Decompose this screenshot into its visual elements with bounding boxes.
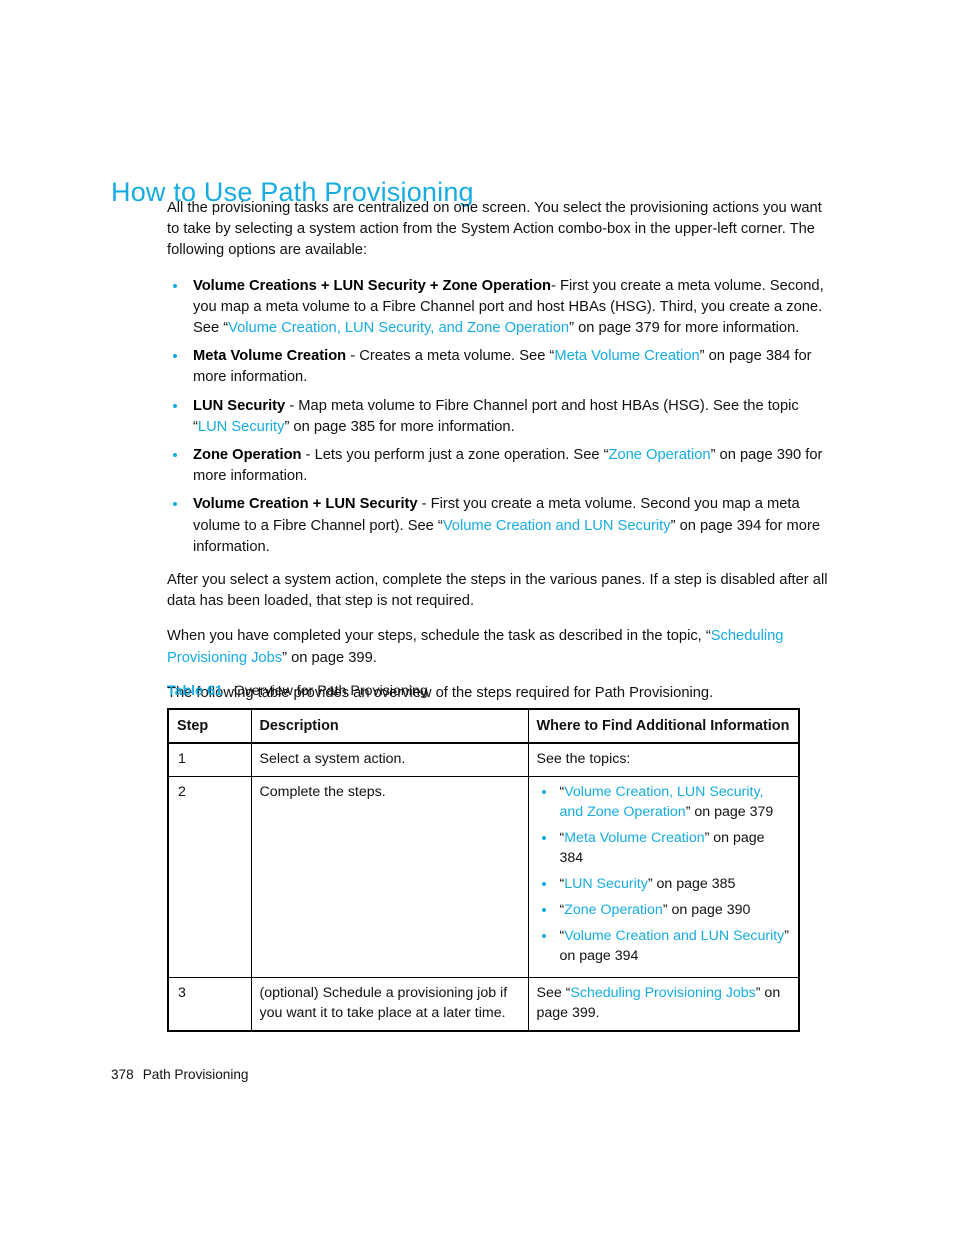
list-item: LUN Security - Map meta volume to Fibre …	[167, 396, 832, 438]
cell-where-to-find: See “Scheduling Provisioning Jobs” on pa…	[527, 977, 800, 1032]
bullet-icon	[541, 934, 546, 938]
table-caption-number: Table 61	[167, 683, 223, 699]
table-row: 1 Select a system action. See the topics…	[167, 742, 800, 777]
page-footer: 378 Path Provisioning	[111, 1066, 248, 1084]
cell-description: Complete the steps.	[250, 776, 529, 978]
bullet-icon	[541, 836, 546, 840]
option-term: Zone Operation	[193, 447, 302, 464]
bullet-icon	[541, 790, 546, 794]
cell-description: Select a system action.	[250, 742, 529, 777]
ref-after: ” on page 385	[647, 876, 736, 892]
cross-reference-link[interactable]: Volume Creation and LUN Security	[443, 518, 671, 534]
cross-reference-link[interactable]: Meta Volume Creation	[564, 830, 704, 846]
list-item: Meta Volume Creation - Creates a meta vo…	[167, 346, 832, 388]
reference-list: “Volume Creation, LUN Security, and Zone…	[537, 782, 791, 966]
table-row: 2 Complete the steps. “Volume Creation, …	[167, 776, 800, 978]
closing-text-after: ” on page 399.	[282, 649, 377, 666]
cross-reference-link[interactable]: LUN Security	[198, 419, 285, 435]
list-item: Zone Operation - Lets you perform just a…	[167, 445, 832, 487]
cross-reference-link[interactable]: Scheduling Provisioning Jobs	[570, 985, 755, 1001]
provisioning-options-list: Volume Creations + LUN Security + Zone O…	[167, 276, 832, 558]
bullet-icon	[173, 502, 177, 507]
closing-paragraph-1: After you select a system action, comple…	[167, 572, 828, 610]
list-item: “Zone Operation” on page 390	[537, 900, 791, 920]
option-term: Meta Volume Creation	[193, 348, 347, 365]
cross-reference-link[interactable]: Volume Creation, LUN Security, and Zone …	[228, 320, 569, 336]
ref-before: See “	[536, 985, 571, 1001]
bullet-icon	[541, 908, 546, 912]
option-term: LUN Security	[193, 397, 286, 414]
document-page: How to Use Path Provisioning All the pro…	[0, 0, 954, 1235]
cell-where-to-find: See the topics:	[527, 742, 800, 777]
table-caption-text: Overview for Path Provisioning	[233, 683, 428, 699]
column-header-where-to-find: Where to Find Additional Information	[527, 708, 800, 744]
cell-step-number: 3	[167, 977, 252, 1032]
intro-paragraph: All the provisioning tasks are centraliz…	[167, 200, 822, 259]
table-row: 3 (optional) Schedule a provisioning job…	[167, 977, 800, 1032]
option-text-before: - Lets you perform just a zone operation…	[301, 447, 609, 464]
footer-section-name: Path Provisioning	[142, 1067, 249, 1082]
cell-description: (optional) Schedule a provisioning job i…	[250, 977, 529, 1032]
cross-reference-link[interactable]: Zone Operation	[609, 447, 711, 463]
list-item: “LUN Security” on page 385	[537, 874, 791, 894]
cross-reference-link[interactable]: Volume Creation and LUN Security	[564, 928, 784, 944]
ref-after: ” on page 390	[662, 902, 751, 918]
overview-table-wrapper: Step Description Where to Find Additiona…	[167, 708, 800, 1032]
option-text-after: ” on page 385 for more information.	[284, 418, 515, 435]
list-item: “Meta Volume Creation” on page 384	[537, 828, 791, 868]
cross-reference-link[interactable]: Meta Volume Creation	[554, 348, 699, 364]
bullet-icon	[173, 354, 177, 359]
body-content: All the provisioning tasks are centraliz…	[167, 198, 832, 704]
column-header-description: Description	[250, 708, 529, 744]
table-caption: Table 61 Overview for Path Provisioning	[167, 682, 428, 700]
bullet-icon	[173, 283, 177, 288]
footer-page-number: 378	[111, 1067, 134, 1082]
closing-paragraph-2: When you have completed your steps, sche…	[167, 626, 832, 668]
closing-text-before: When you have completed your steps, sche…	[167, 628, 711, 645]
option-term: Volume Creations + LUN Security + Zone O…	[193, 277, 552, 294]
option-text-before: - Creates a meta volume. See “	[346, 348, 555, 365]
option-term: Volume Creation + LUN Security	[193, 496, 418, 513]
cell-where-to-find: “Volume Creation, LUN Security, and Zone…	[527, 776, 800, 978]
bullet-icon	[173, 453, 177, 458]
cross-reference-link[interactable]: Zone Operation	[564, 902, 663, 918]
list-item: “Volume Creation and LUN Security” on pa…	[537, 926, 791, 966]
cross-reference-link[interactable]: LUN Security	[564, 876, 648, 892]
column-header-step: Step	[167, 708, 252, 744]
bullet-icon	[541, 882, 546, 886]
cell-step-number: 2	[167, 776, 252, 978]
table-header-row: Step Description Where to Find Additiona…	[167, 708, 800, 744]
bullet-icon	[173, 403, 177, 408]
overview-table: Step Description Where to Find Additiona…	[167, 708, 800, 1032]
ref-after: ” on page 379	[685, 804, 774, 820]
list-item: Volume Creations + LUN Security + Zone O…	[167, 276, 832, 340]
cell-step-number: 1	[167, 742, 252, 777]
option-text-after: ” on page 379 for more information.	[569, 320, 800, 337]
list-item: “Volume Creation, LUN Security, and Zone…	[537, 782, 791, 822]
list-item: Volume Creation + LUN Security - First y…	[167, 494, 832, 558]
